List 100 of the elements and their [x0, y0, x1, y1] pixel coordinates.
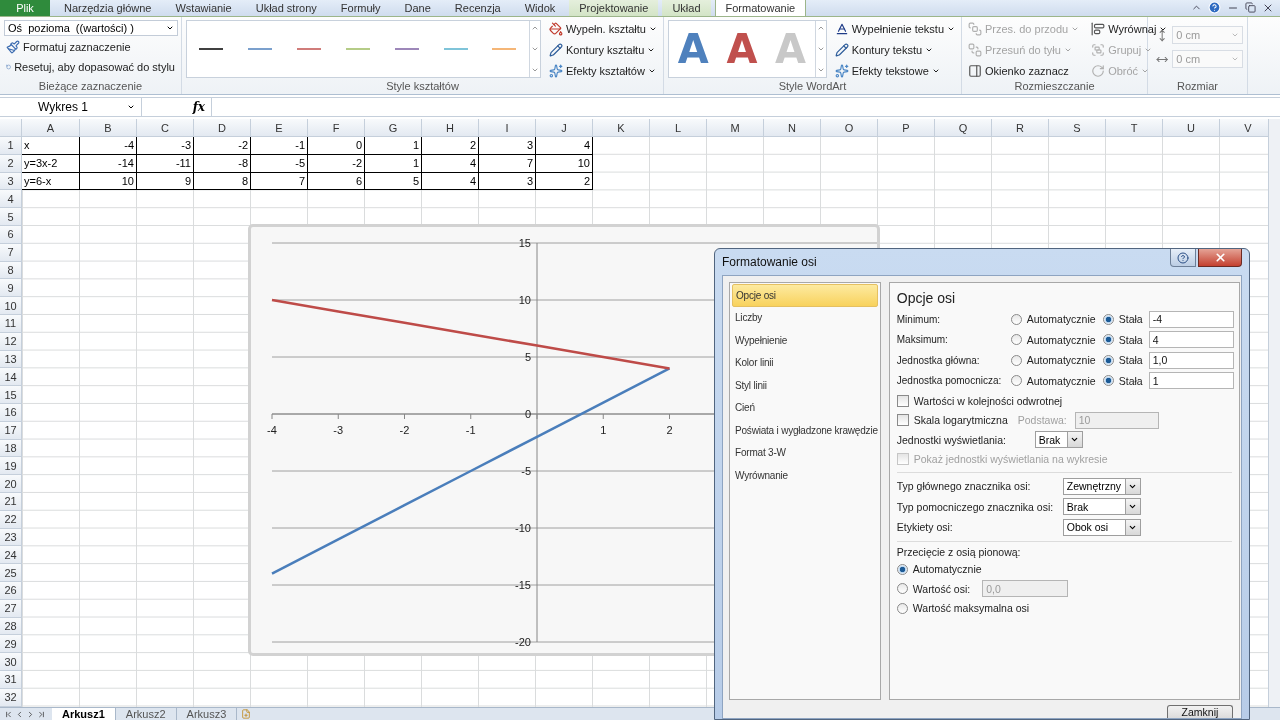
column-header[interactable]: D: [194, 119, 251, 137]
category-item[interactable]: Wyrównanie: [732, 464, 878, 487]
next-sheet-icon[interactable]: [26, 709, 35, 719]
column-header[interactable]: C: [137, 119, 194, 137]
spinner-icon[interactable]: [1231, 31, 1239, 39]
line-style-swatch[interactable]: [248, 48, 273, 50]
column-header[interactable]: I: [479, 119, 536, 137]
wordart-style[interactable]: A: [677, 26, 709, 72]
line-style-swatch[interactable]: [199, 48, 224, 50]
scrollbar[interactable]: [1268, 119, 1280, 707]
first-sheet-icon[interactable]: [4, 709, 13, 719]
ribbon-tab[interactable]: Formatowanie: [714, 0, 807, 16]
input-field[interactable]: 1,0: [1148, 351, 1234, 369]
category-item[interactable]: Opcje osi: [732, 284, 878, 307]
line-style-swatch[interactable]: [394, 48, 419, 50]
category-item[interactable]: Liczby: [732, 306, 878, 329]
row-header[interactable]: 10: [0, 297, 22, 315]
radio-button[interactable]: Automatycznie: [896, 563, 982, 576]
row-header[interactable]: 30: [0, 653, 22, 671]
column-header[interactable]: J: [536, 119, 593, 137]
sheet-tab[interactable]: Arkusz3: [176, 708, 238, 720]
column-header[interactable]: S: [1049, 119, 1106, 137]
row-header[interactable]: 15: [0, 386, 22, 404]
radio-button[interactable]: Wartość maksymalna osi: [896, 602, 1030, 615]
ribbon-button[interactable]: Kontury kształtu: [547, 41, 659, 59]
column-header[interactable]: Q: [935, 119, 992, 137]
column-header[interactable]: E: [251, 119, 308, 137]
row-header[interactable]: 5: [0, 208, 22, 226]
column-header[interactable]: G: [365, 119, 422, 137]
last-sheet-icon[interactable]: [37, 709, 46, 719]
ribbon-button[interactable]: Kontury tekstu: [832, 41, 957, 59]
radio-button[interactable]: Stała: [1102, 354, 1149, 367]
radio-button[interactable]: Stała: [1102, 374, 1149, 387]
ribbon-button[interactable]: Efekty kształtów: [547, 62, 659, 80]
row-header[interactable]: 19: [0, 457, 22, 476]
column-header[interactable]: B: [80, 119, 137, 137]
ribbon-tab[interactable]: Wstawianie: [165, 0, 242, 16]
row-header[interactable]: 20: [0, 475, 22, 493]
column-header[interactable]: H: [422, 119, 479, 137]
column-header[interactable]: O: [821, 119, 878, 137]
row-header[interactable]: 25: [0, 564, 22, 582]
column-header[interactable]: U: [1163, 119, 1220, 137]
ribbon-button[interactable]: Wypełn. kształtu: [547, 20, 659, 38]
column-header[interactable]: F: [308, 119, 365, 137]
dropdown[interactable]: Zewnętrzny: [1062, 477, 1141, 495]
ribbon-button[interactable]: Wypełnienie tekstu: [832, 20, 957, 38]
ribbon-button[interactable]: Resetuj, aby dopasować do stylu: [4, 58, 177, 76]
line-style-swatch[interactable]: [345, 48, 370, 50]
input-field[interactable]: 4: [1148, 331, 1234, 349]
help-icon[interactable]: [1208, 1, 1221, 14]
spinner-icon[interactable]: [1231, 55, 1239, 63]
column-header[interactable]: K: [593, 119, 650, 137]
radio-button[interactable]: Automatycznie: [1010, 374, 1103, 387]
radio-button[interactable]: Automatycznie: [1010, 333, 1103, 346]
ribbon-tab[interactable]: Układ: [662, 0, 711, 16]
category-item[interactable]: Poświata i wygładzone krawędzie: [732, 419, 878, 442]
ribbon-tab[interactable]: Układ strony: [245, 0, 327, 16]
line-style-swatch[interactable]: [297, 48, 322, 50]
category-item[interactable]: Styl linii: [732, 374, 878, 397]
scroll-up-icon[interactable]: [816, 24, 825, 32]
dropdown[interactable]: Oś pozioma ((wartości) ): [4, 20, 178, 36]
scroll-up-icon[interactable]: [531, 24, 539, 32]
row-header[interactable]: 14: [0, 368, 22, 387]
column-header[interactable]: R: [992, 119, 1049, 137]
new-sheet-icon[interactable]: [241, 709, 252, 719]
help-button[interactable]: [1170, 249, 1196, 267]
radio-button[interactable]: Stała: [1102, 333, 1149, 346]
ribbon-button[interactable]: Formatuj zaznaczenie: [4, 38, 177, 56]
row-header[interactable]: 24: [0, 546, 22, 565]
ribbon-tab[interactable]: Formuły: [330, 0, 391, 16]
wordart-style[interactable]: A: [726, 26, 758, 72]
row-header[interactable]: 29: [0, 635, 22, 654]
dropdown[interactable]: Brak: [1034, 431, 1083, 449]
dropdown[interactable]: Brak: [1062, 498, 1141, 516]
radio-button[interactable]: Automatycznie: [1010, 354, 1103, 367]
dropdown[interactable]: Obok osi: [1062, 518, 1141, 536]
sheet-tab[interactable]: Arkusz1: [52, 708, 116, 720]
column-header[interactable]: L: [650, 119, 707, 137]
ribbon-tab[interactable]: Dane: [394, 0, 441, 16]
restore-icon[interactable]: [1245, 2, 1256, 13]
name-box[interactable]: Wykres 1: [0, 98, 142, 116]
column-header[interactable]: M: [707, 119, 764, 137]
radio-button[interactable]: Automatycznie: [1010, 313, 1103, 326]
ribbon-button[interactable]: Wyrównaj: [1089, 20, 1170, 38]
previous-sheet-icon[interactable]: [15, 709, 24, 719]
column-header[interactable]: P: [878, 119, 935, 137]
row-header[interactable]: 9: [0, 279, 22, 298]
category-item[interactable]: Wypełnienie: [732, 329, 878, 352]
line-style-swatch[interactable]: [443, 48, 468, 50]
category-item[interactable]: Cień: [732, 396, 878, 419]
ribbon-button[interactable]: Efekty tekstowe: [832, 62, 957, 80]
ribbon-tab[interactable]: Narzędzia główne: [54, 0, 162, 16]
row-header[interactable]: 4: [0, 190, 22, 209]
column-header[interactable]: V: [1220, 119, 1268, 137]
more-icon[interactable]: [816, 66, 825, 74]
scroll-down-icon[interactable]: [531, 45, 539, 53]
ribbon-button[interactable]: Okienko zaznacz: [966, 62, 1082, 80]
input-field[interactable]: -4: [1148, 310, 1234, 328]
ribbon-tab[interactable]: Plik: [0, 0, 50, 16]
sheet-tab[interactable]: Arkusz2: [115, 708, 177, 720]
